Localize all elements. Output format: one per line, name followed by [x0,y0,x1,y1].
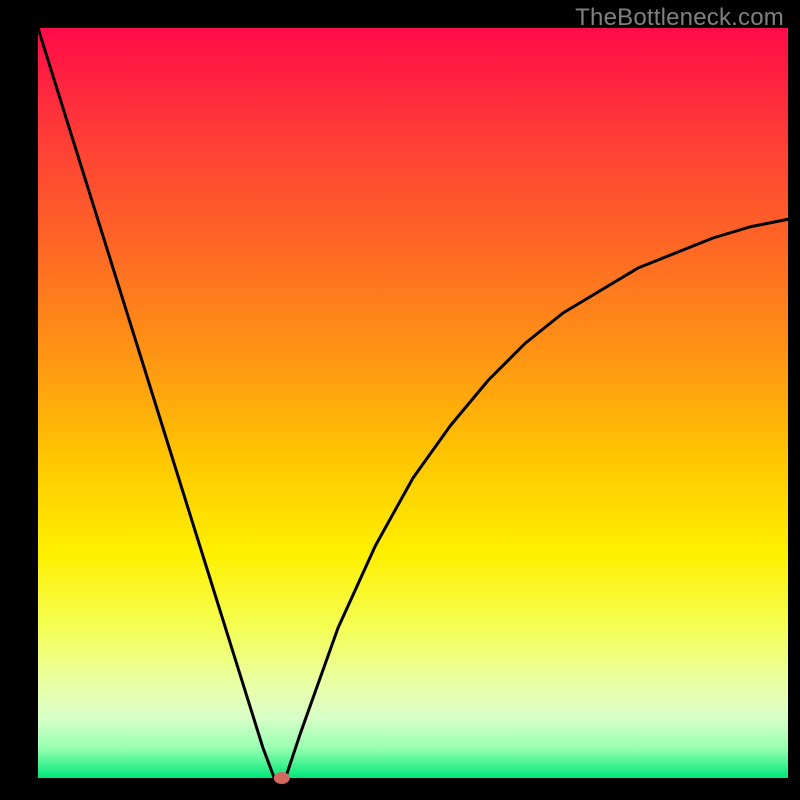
bottleneck-chart [0,0,800,800]
watermark-text: TheBottleneck.com [575,4,784,32]
optimal-point-marker [274,772,290,784]
chart-frame: { "watermark": "TheBottleneck.com", "cha… [0,0,800,800]
plot-background [38,28,788,778]
